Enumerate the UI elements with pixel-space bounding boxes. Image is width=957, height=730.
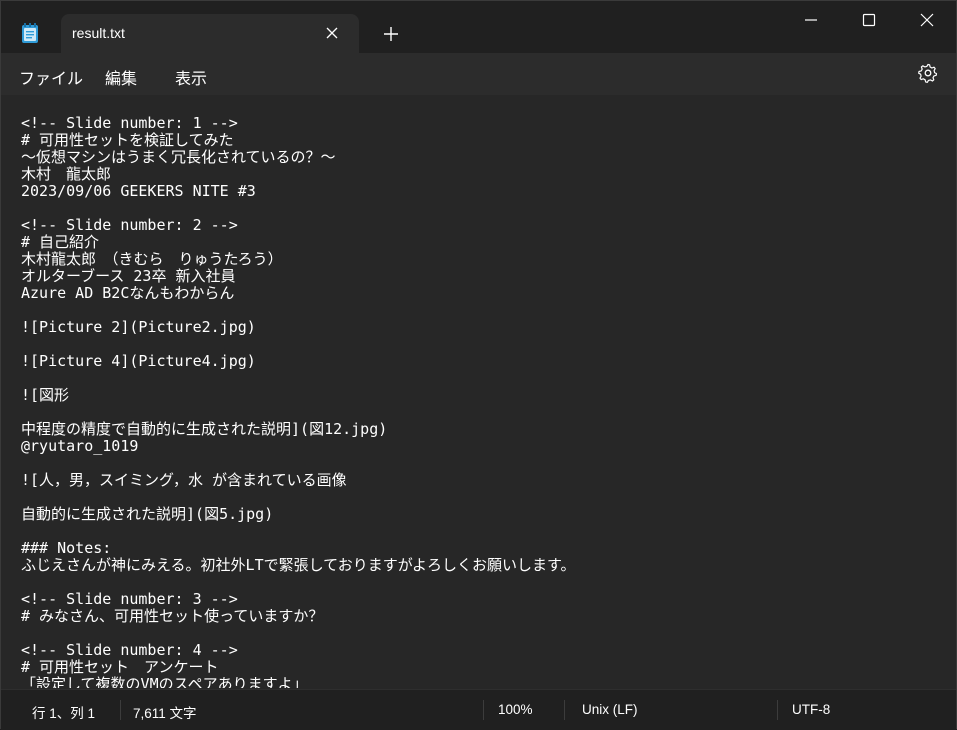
tab-filename: result.txt [72,25,125,41]
menu-view[interactable]: 表示 [175,65,207,89]
menu-file[interactable]: ファイル [19,65,83,89]
status-bar: 行 1、列 1 7,611 文字 100% Unix (LF) UTF-8 [1,689,956,730]
maximize-icon [862,13,876,27]
close-icon [920,13,934,27]
gear-icon[interactable] [918,63,938,83]
menu-bar: ファイル 編集 表示 [1,53,956,95]
status-divider [120,700,121,720]
menu-edit[interactable]: 編集 [105,65,137,89]
minimize-icon [805,19,817,21]
plus-icon[interactable] [382,25,400,43]
zoom-level[interactable]: 100% [498,702,533,717]
line-ending[interactable]: Unix (LF) [582,702,638,717]
close-icon[interactable] [323,24,341,42]
status-divider [777,700,778,720]
editor-content[interactable]: <!-- Slide number: 1 --> # 可用性セットを検証してみた… [21,115,575,689]
close-window-button[interactable] [898,1,956,39]
notepad-icon [21,23,39,43]
cursor-position: 行 1、列 1 [32,706,96,721]
encoding[interactable]: UTF-8 [792,702,830,717]
minimize-button[interactable] [782,1,840,39]
tab-result-txt[interactable]: result.txt [61,14,359,53]
maximize-button[interactable] [840,1,898,39]
status-divider [483,700,484,720]
notepad-window: result.txt ファイル 編集 表示 <!-- Slide number:… [0,0,957,730]
text-editor[interactable]: <!-- Slide number: 1 --> # 可用性セットを検証してみた… [1,95,956,688]
character-count: 7,611 文字 [133,706,197,721]
title-bar: result.txt [1,1,956,53]
status-divider [564,700,565,720]
